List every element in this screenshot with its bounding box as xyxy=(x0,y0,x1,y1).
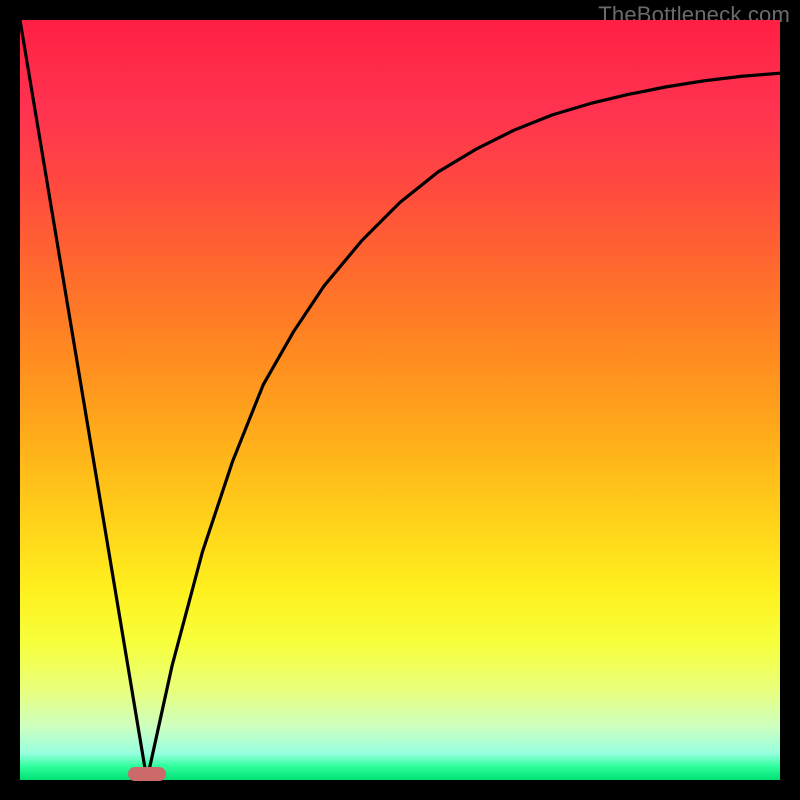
curve-path xyxy=(20,20,780,780)
bottleneck-curve xyxy=(20,20,780,780)
plot-area xyxy=(20,20,780,780)
optimal-marker xyxy=(128,767,166,781)
chart-frame: TheBottleneck.com xyxy=(0,0,800,800)
